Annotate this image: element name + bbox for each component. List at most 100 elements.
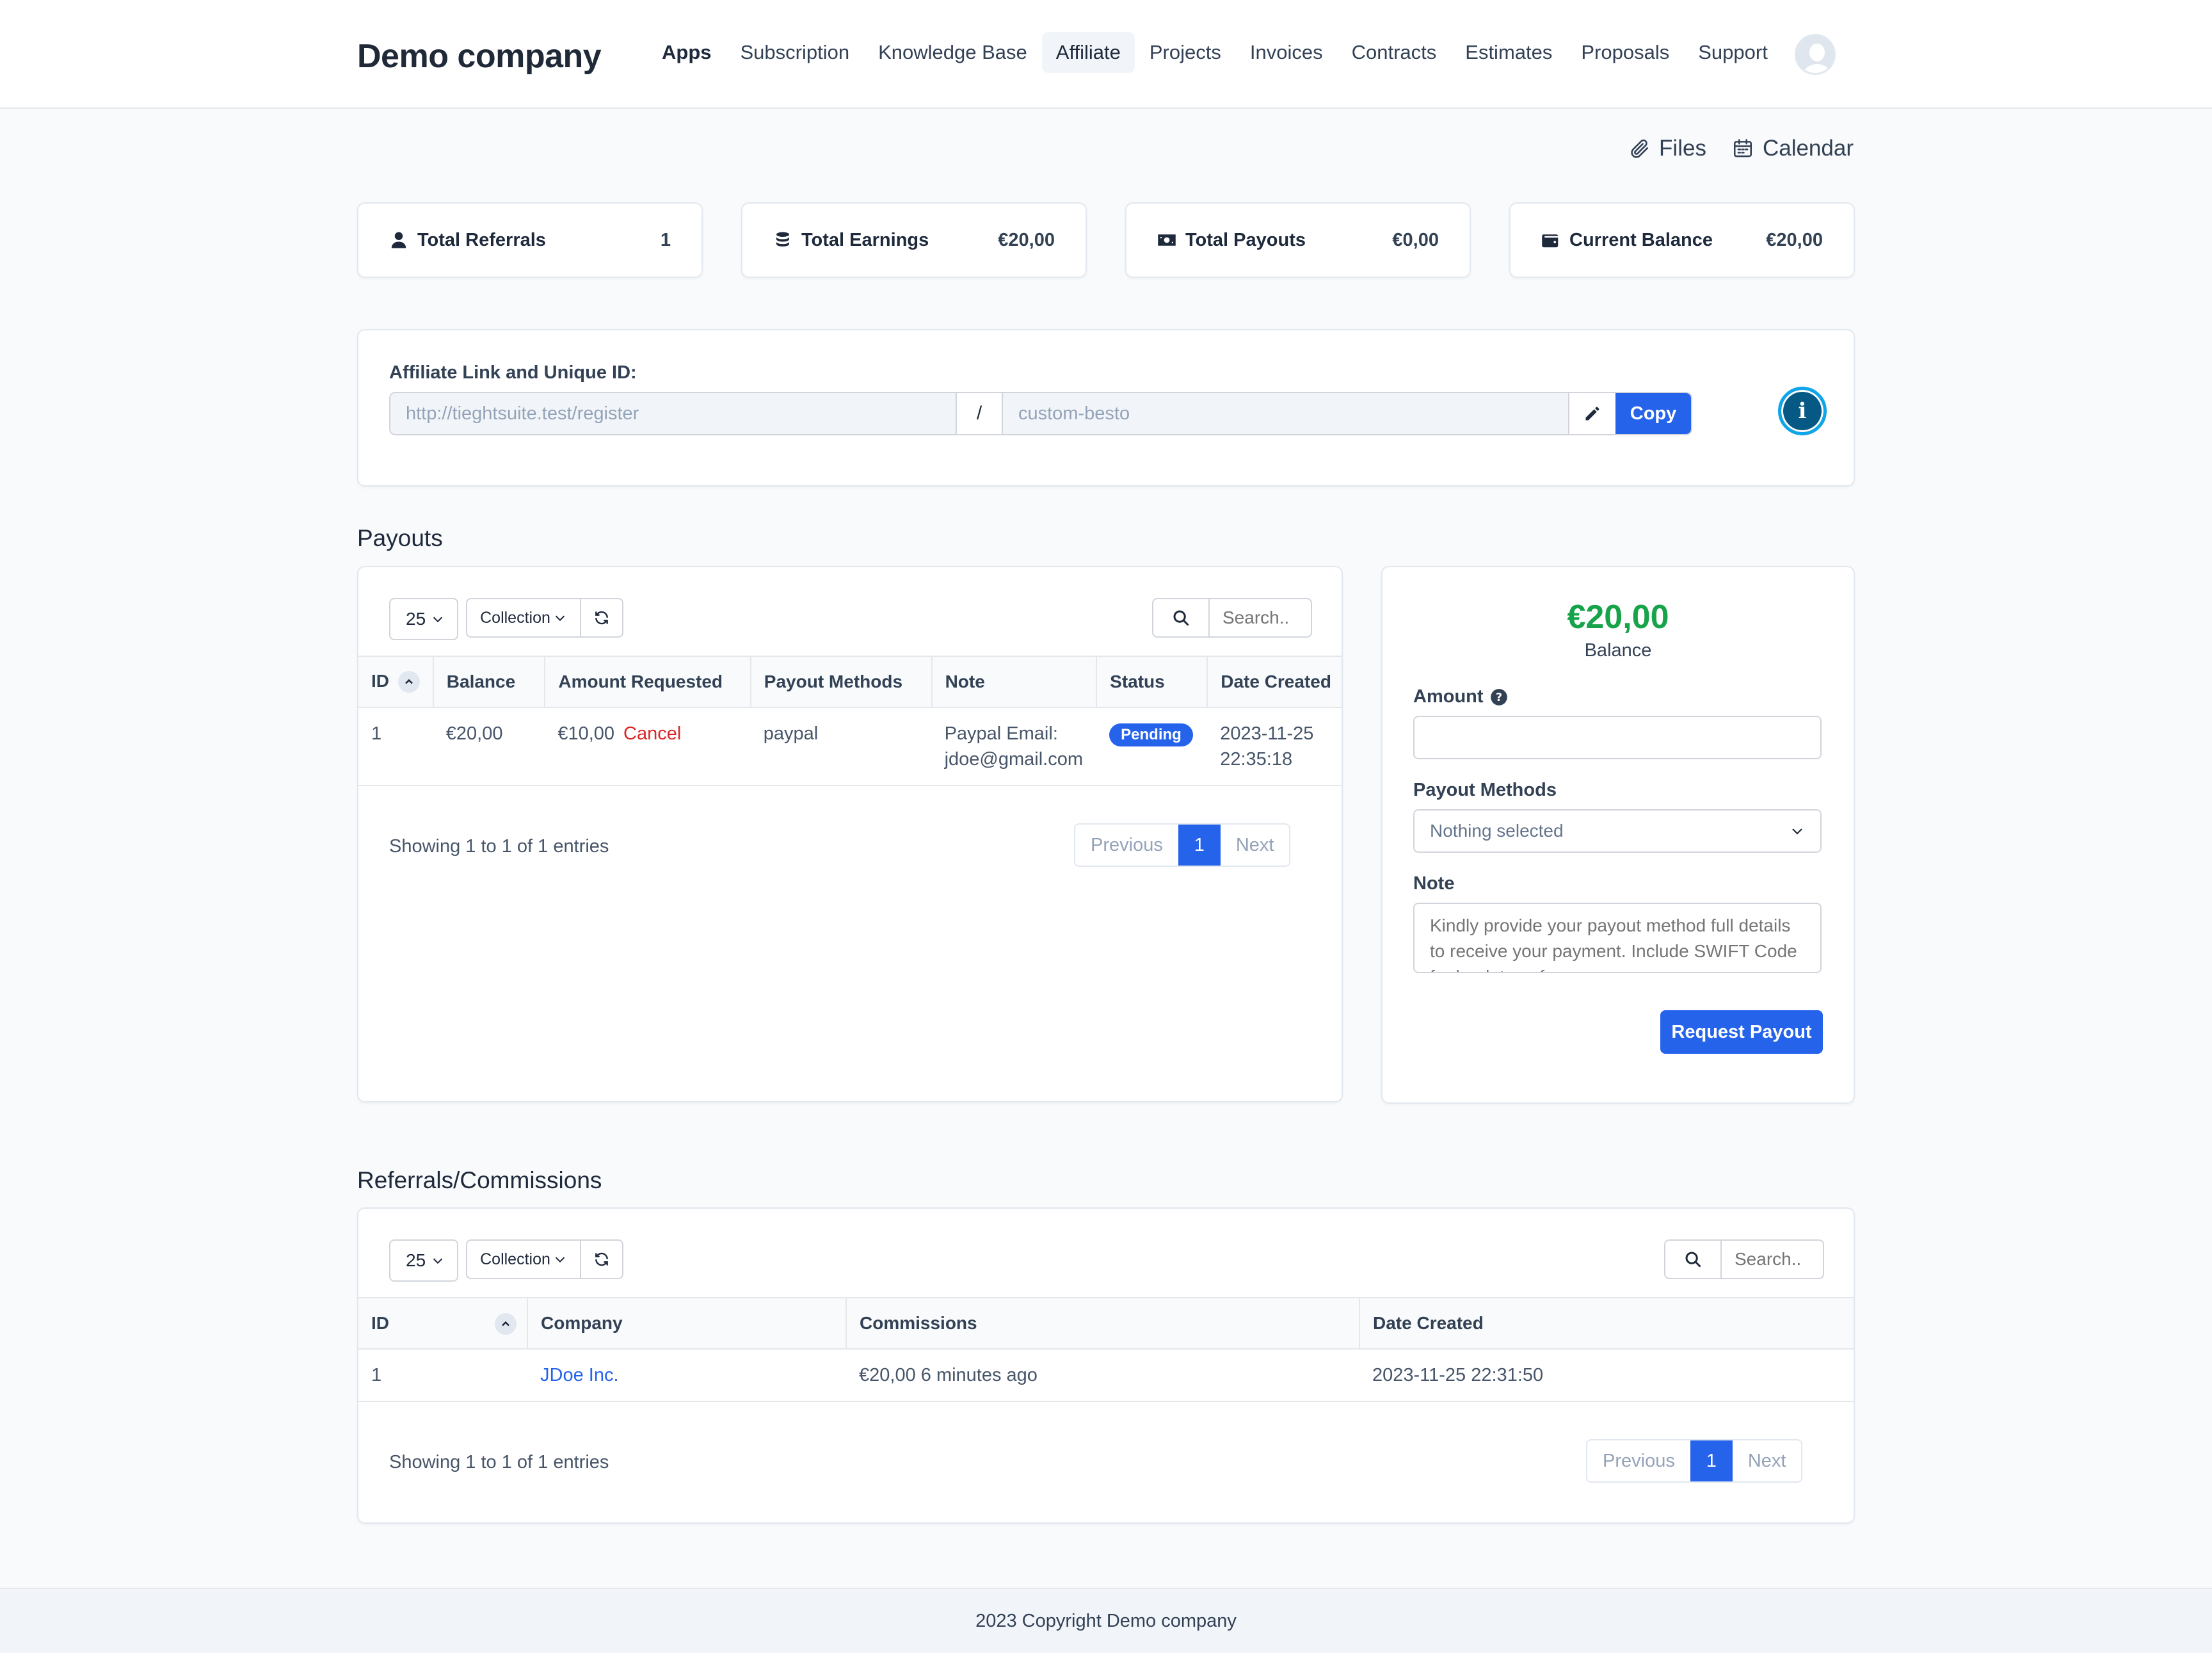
help-icon[interactable]: ? [1490, 688, 1508, 706]
amount-input[interactable] [1413, 716, 1822, 759]
refresh-icon [595, 611, 608, 625]
collection-label: Collection [480, 1250, 550, 1268]
pagination-previous[interactable]: Previous [1587, 1440, 1690, 1481]
nav-support[interactable]: Support [1684, 32, 1782, 73]
sort-asc-icon[interactable] [397, 671, 420, 693]
payouts-table-panel: 25 Collection ID Bala [357, 566, 1343, 1102]
note-textarea[interactable] [1413, 903, 1822, 973]
column-header-payout-methods[interactable]: Payout Methods [750, 656, 933, 708]
user-icon [391, 232, 406, 248]
user-avatar[interactable] [1795, 34, 1836, 75]
column-header-note[interactable]: Note [931, 656, 1098, 708]
payouts-table: ID Balance Amount Requested Payout Metho… [358, 656, 1342, 786]
nav-apps[interactable]: Apps [648, 32, 726, 73]
status-badge: Pending [1109, 723, 1193, 746]
stat-value: €20,00 [998, 229, 1055, 250]
nav-proposals[interactable]: Proposals [1567, 32, 1683, 73]
column-header-id[interactable]: ID [358, 1297, 528, 1350]
stat-label: Total Payouts [1185, 229, 1306, 250]
url-separator: / [956, 393, 1003, 434]
payout-methods-label: Payout Methods [1413, 780, 1557, 800]
nav-projects[interactable]: Projects [1135, 32, 1235, 73]
amount-label: Amount ? [1413, 686, 1508, 707]
search-button[interactable] [1153, 599, 1210, 636]
column-header-commissions[interactable]: Commissions [846, 1297, 1360, 1350]
table-button-group: Collection [466, 1239, 623, 1279]
referrals-search-input[interactable] [1722, 1241, 1823, 1278]
wallet-icon [1542, 234, 1559, 248]
table-row: 1 JDoe Inc. €20,00 6 minutes ago 2023-11… [358, 1349, 1854, 1402]
collection-dropdown-button[interactable]: Collection [467, 1241, 580, 1278]
calendar-label: Calendar [1762, 136, 1854, 161]
cancel-payout-link[interactable]: Cancel [623, 723, 681, 744]
refresh-button[interactable] [581, 1241, 622, 1278]
stat-value: €20,00 [1766, 229, 1823, 250]
time-line: 22:35:18 [1220, 749, 1293, 770]
info-icon[interactable]: i [1778, 387, 1827, 435]
affiliate-base-url-input[interactable] [390, 393, 956, 434]
stat-value: €0,00 [1392, 229, 1439, 250]
nav-affiliate[interactable]: Affiliate [1041, 32, 1135, 73]
cell-note: Paypal Email: jdoe@gmail.com [931, 707, 1097, 786]
search-button[interactable] [1665, 1241, 1722, 1278]
nav-subscription[interactable]: Subscription [726, 32, 864, 73]
pagination-page-1[interactable]: 1 [1178, 825, 1221, 866]
page-length-value: 25 [406, 609, 426, 629]
nav-estimates[interactable]: Estimates [1451, 32, 1566, 73]
nav-knowledge-base[interactable]: Knowledge Base [864, 32, 1041, 73]
referrals-search [1664, 1239, 1824, 1279]
paperclip-icon [1631, 139, 1649, 158]
cell-company: JDoe Inc. [527, 1349, 846, 1402]
table-row: 1 €20,00 €10,00 Cancel paypal Paypal Emai… [358, 707, 1342, 786]
money-bill-icon [1158, 234, 1176, 246]
column-header-balance[interactable]: Balance [433, 656, 546, 708]
payout-methods-value: Nothing selected [1430, 821, 1564, 841]
pencil-icon [1585, 407, 1599, 421]
pagination-previous[interactable]: Previous [1075, 825, 1178, 866]
payout-methods-select[interactable]: Nothing selected [1413, 809, 1822, 853]
svg-text:?: ? [1495, 691, 1502, 704]
cell-id: 1 [358, 707, 433, 786]
column-header-status[interactable]: Status [1096, 656, 1208, 708]
pagination-next[interactable]: Next [1221, 825, 1290, 866]
stat-card-current-balance: Current Balance €20,00 [1509, 202, 1855, 278]
column-header-date-created[interactable]: Date Created [1359, 1297, 1854, 1350]
stat-card-total-payouts: Total Payouts €0,00 [1125, 202, 1471, 278]
company-link[interactable]: JDoe Inc. [540, 1365, 619, 1385]
column-header-date-created[interactable]: Date Created [1207, 656, 1342, 708]
pagination-page-1[interactable]: 1 [1690, 1440, 1733, 1481]
column-header-id[interactable]: ID [358, 656, 434, 708]
column-header-company[interactable]: Company [527, 1297, 847, 1350]
note-label: Note [1413, 873, 1455, 894]
table-header-row: ID Company Commissions Date Created [358, 1297, 1854, 1350]
copy-link-button[interactable]: Copy [1615, 393, 1691, 434]
refresh-button[interactable] [581, 599, 622, 636]
nav-contracts[interactable]: Contracts [1338, 32, 1451, 73]
brand-logo[interactable]: Demo company [357, 37, 602, 76]
page-length-value: 25 [406, 1250, 426, 1270]
files-link[interactable]: Files [1628, 136, 1706, 161]
affiliate-unique-id-input[interactable] [1003, 393, 1568, 434]
nav-invoices[interactable]: Invoices [1236, 32, 1337, 73]
calendar-link[interactable]: Calendar [1732, 136, 1854, 161]
amount-value: €10,00 [557, 723, 615, 744]
payouts-search-input[interactable] [1210, 599, 1311, 636]
page-length-select[interactable]: 25 [389, 598, 458, 640]
collection-dropdown-button[interactable]: Collection [467, 599, 580, 636]
page-length-select[interactable]: 25 [389, 1239, 458, 1282]
cell-amount: €10,00 Cancel [545, 707, 751, 786]
cell-commission: €20,00 6 minutes ago [846, 1349, 1359, 1402]
pagination-next[interactable]: Next [1733, 1440, 1802, 1481]
cell-payout-method: paypal [750, 707, 932, 786]
request-payout-button[interactable]: Request Payout [1660, 1010, 1823, 1054]
table-info-text: Showing 1 to 1 of 1 entries [389, 836, 609, 857]
affiliate-link-panel: Affiliate Link and Unique ID: / Copy i [357, 329, 1855, 487]
table-info-text: Showing 1 to 1 of 1 entries [389, 1452, 609, 1472]
edit-unique-id-button[interactable] [1568, 393, 1615, 434]
balance-label: Balance [1584, 640, 1652, 661]
column-header-amount-requested[interactable]: Amount Requested [545, 656, 751, 708]
main-nav: Apps Subscription Knowledge Base Affilia… [648, 32, 1783, 73]
sort-asc-icon[interactable] [495, 1313, 517, 1335]
search-icon [1685, 1252, 1701, 1268]
payout-request-panel: €20,00 Balance Amount ? Payout Methods N… [1381, 566, 1855, 1104]
